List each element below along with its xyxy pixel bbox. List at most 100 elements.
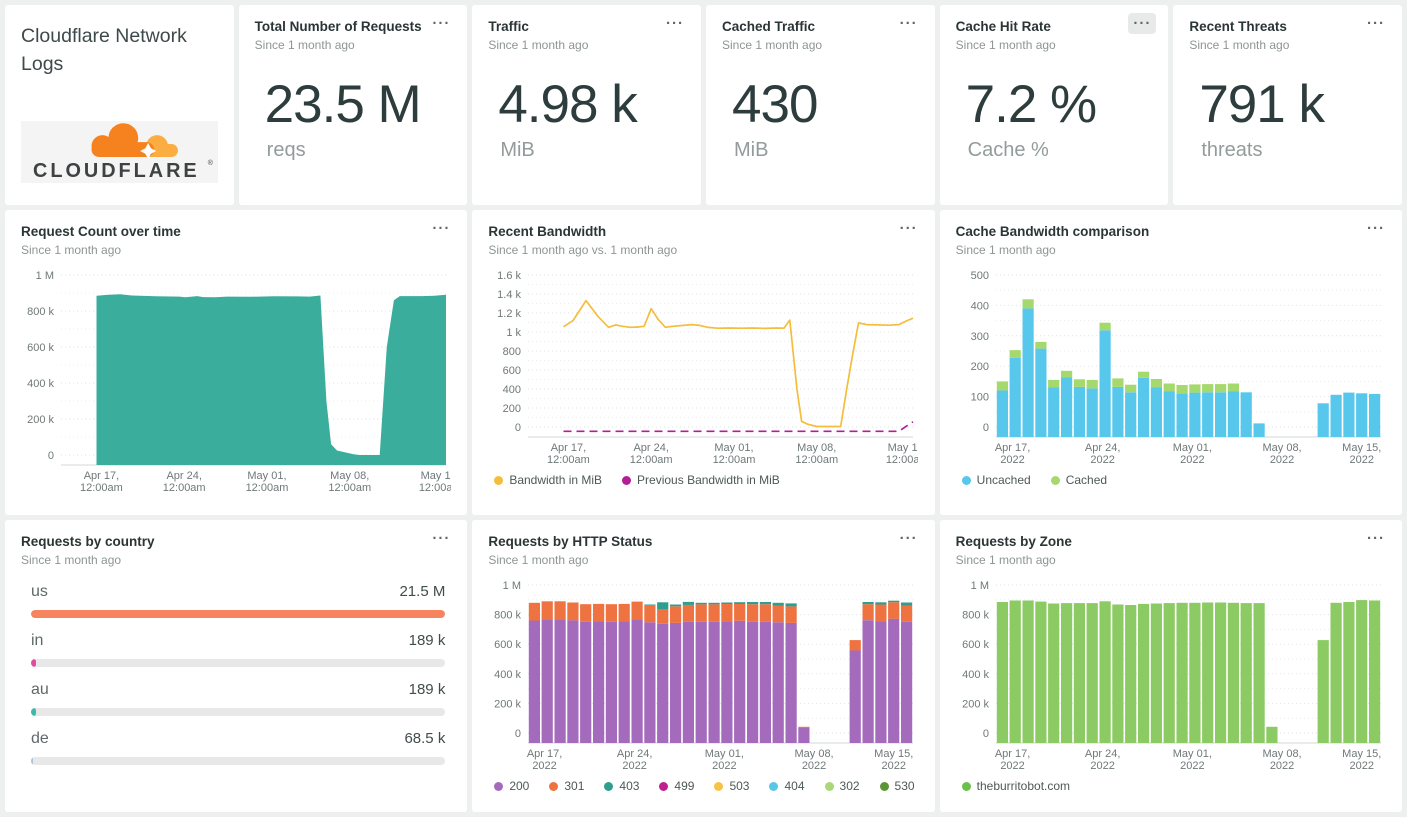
legend-item[interactable]: 499: [659, 779, 694, 793]
svg-text:May 15,: May 15,: [888, 442, 918, 454]
stat-unit: Cache %: [967, 139, 1049, 162]
card-menu-button[interactable]: ···: [1128, 13, 1157, 34]
country-row[interactable]: de 68.5 k: [31, 730, 446, 766]
card-menu-button[interactable]: ···: [427, 218, 455, 239]
svg-text:400: 400: [970, 301, 988, 313]
stat-value: 791 k: [1199, 75, 1325, 135]
cache-bandwidth-chart[interactable]: 0 100 200 300 400 500 Apr 17, 2022 Apr 24, 2022 Ma…: [956, 267, 1386, 467]
legend-item[interactable]: Cached: [1050, 473, 1107, 487]
svg-text:May 08,: May 08,: [1262, 442, 1301, 454]
card-menu-button[interactable]: ···: [1362, 528, 1390, 549]
card-menu-button[interactable]: ···: [661, 13, 689, 34]
card-title: Cache Bandwidth comparison: [955, 224, 1150, 239]
legend-item[interactable]: theburritobot.com: [961, 779, 1071, 794]
card-subtitle: Since 1 month ago: [488, 553, 589, 568]
card-menu-button[interactable]: ···: [895, 13, 923, 34]
legend-item[interactable]: Uncached: [961, 473, 1031, 488]
card-subtitle: Since 1 month ago: [21, 243, 122, 258]
country-value: 189 k: [408, 681, 446, 699]
legend-item[interactable]: Bandwidth in MiB: [494, 473, 602, 487]
svg-text:1 M: 1 M: [36, 270, 54, 282]
stat-card-traffic: Traffic Since 1 month ago ··· 4.98 k MiB: [472, 5, 701, 205]
legend-item[interactable]: 302: [824, 779, 860, 793]
card-menu-button[interactable]: ···: [427, 13, 455, 34]
svg-text:2022: 2022: [1269, 760, 1293, 772]
svg-text:Apr 24,: Apr 24,: [634, 442, 669, 454]
legend-dot-icon: [714, 781, 724, 791]
stat-unit: threats: [1201, 139, 1263, 162]
legend-item[interactable]: 301: [549, 779, 584, 793]
svg-text:2022: 2022: [1349, 760, 1373, 772]
svg-text:12:00am: 12:00am: [796, 454, 839, 466]
stat-card-cached-traffic: Cached Traffic Since 1 month ago ··· 430…: [706, 5, 935, 205]
request-count-chart[interactable]: 0 200 k 400 k 600 k 800 k1 M Apr 17, 12:00am Ap…: [21, 267, 462, 495]
svg-text:800 k: 800 k: [27, 306, 54, 318]
stat-value: 430: [732, 75, 818, 135]
svg-text:2022: 2022: [1180, 454, 1204, 466]
card-title: Cache Hit Rate: [955, 19, 1051, 34]
svg-text:0: 0: [515, 422, 521, 434]
svg-text:12:00am: 12:00am: [246, 482, 289, 494]
cloudflare-logo-text: CLOUDFLARE: [33, 160, 200, 182]
chart-legend: 200301403499503404302530526524: [488, 779, 935, 794]
svg-text:400: 400: [503, 384, 521, 396]
svg-text:May 01,: May 01,: [705, 748, 744, 760]
legend-dot-icon: [604, 781, 614, 791]
country-label: au: [31, 681, 49, 699]
card-title: Request Count over time: [21, 224, 181, 239]
card-menu-button[interactable]: ···: [1362, 218, 1390, 239]
stat-card-recent-threats: Recent Threats Since 1 month ago ··· 791…: [1173, 5, 1402, 205]
svg-text:200 k: 200 k: [962, 699, 989, 711]
country-row[interactable]: in 189 k: [31, 632, 446, 668]
legend-item[interactable]: 403: [604, 779, 639, 793]
svg-text:Apr 17,: Apr 17,: [994, 748, 1029, 760]
legend-item[interactable]: 503: [714, 779, 749, 793]
legend-label: theburritobot.com: [976, 779, 1071, 794]
svg-text:1 k: 1 k: [507, 327, 522, 339]
svg-text:12:00am: 12:00am: [886, 454, 918, 466]
country-bar-track: [31, 610, 446, 619]
svg-text:200: 200: [970, 361, 988, 373]
legend-label: 503: [729, 779, 750, 794]
country-value: 68.5 k: [404, 730, 446, 748]
svg-text:2022: 2022: [712, 760, 736, 772]
chart-svg: 0200 k400 k600 k800 k1 MApr 17,12:00amAp…: [27, 270, 462, 494]
svg-text:2022: 2022: [1180, 760, 1204, 772]
legend-label: Uncached: [976, 473, 1031, 488]
legend-item[interactable]: Previous Bandwidth in MiB: [622, 473, 780, 487]
chart-legend: Uncached Cached: [956, 473, 1386, 487]
cloudflare-logo: CLOUDFLARE ®: [21, 121, 218, 183]
card-menu-button[interactable]: ···: [895, 218, 923, 239]
svg-text:0: 0: [48, 450, 54, 462]
svg-text:Apr 24,: Apr 24,: [1085, 748, 1120, 760]
svg-text:May 15,: May 15,: [421, 470, 451, 482]
legend-dot-icon: [879, 781, 889, 791]
card-menu-button[interactable]: ···: [427, 528, 455, 549]
svg-text:2022: 2022: [1090, 760, 1114, 772]
requests-by-zone-card: Requests by Zone Since 1 month ago ··· 0…: [939, 520, 1402, 812]
legend-label: Previous Bandwidth in MiB: [637, 473, 780, 488]
country-bar-track: [31, 757, 446, 766]
svg-text:1.2 k: 1.2 k: [497, 308, 521, 320]
legend-item[interactable]: 404: [769, 779, 805, 793]
http-status-chart[interactable]: 0 200 k 400 k 600 k 800 k1 M Apr 17, 2022 Apr 2…: [488, 577, 918, 773]
svg-text:Apr 17,: Apr 17,: [527, 748, 562, 760]
country-bar-track: [31, 708, 446, 717]
svg-text:12:00am: 12:00am: [328, 482, 371, 494]
card-menu-button[interactable]: ···: [1362, 13, 1390, 34]
country-row[interactable]: au 189 k: [31, 681, 446, 717]
country-value: 21.5 M: [399, 583, 446, 601]
page-title: Cloudflare Network Logs: [21, 25, 187, 76]
legend-item[interactable]: 200: [494, 779, 529, 793]
chart-legend: theburritobot.com: [956, 779, 1386, 793]
legend-item[interactable]: 530: [879, 779, 915, 794]
country-row[interactable]: us 21.5 M: [31, 583, 446, 619]
legend-label: 530: [894, 779, 915, 794]
card-subtitle: Since 1 month ago: [955, 243, 1056, 258]
requests-by-http-status-card: Requests by HTTP Status Since 1 month ag…: [472, 520, 935, 812]
zone-chart[interactable]: 0 200 k 400 k 600 k 800 k1 M Apr 17, 2022 Apr 2…: [956, 577, 1386, 773]
recent-bandwidth-chart[interactable]: 0 200 400 600 800 1 k 1.2 k 1.4 k 1.6 k Apr 17, 12…: [488, 267, 928, 467]
svg-text:1.4 k: 1.4 k: [497, 289, 521, 301]
card-menu-button[interactable]: ···: [895, 528, 923, 549]
legend-dot-icon: [1050, 475, 1060, 485]
